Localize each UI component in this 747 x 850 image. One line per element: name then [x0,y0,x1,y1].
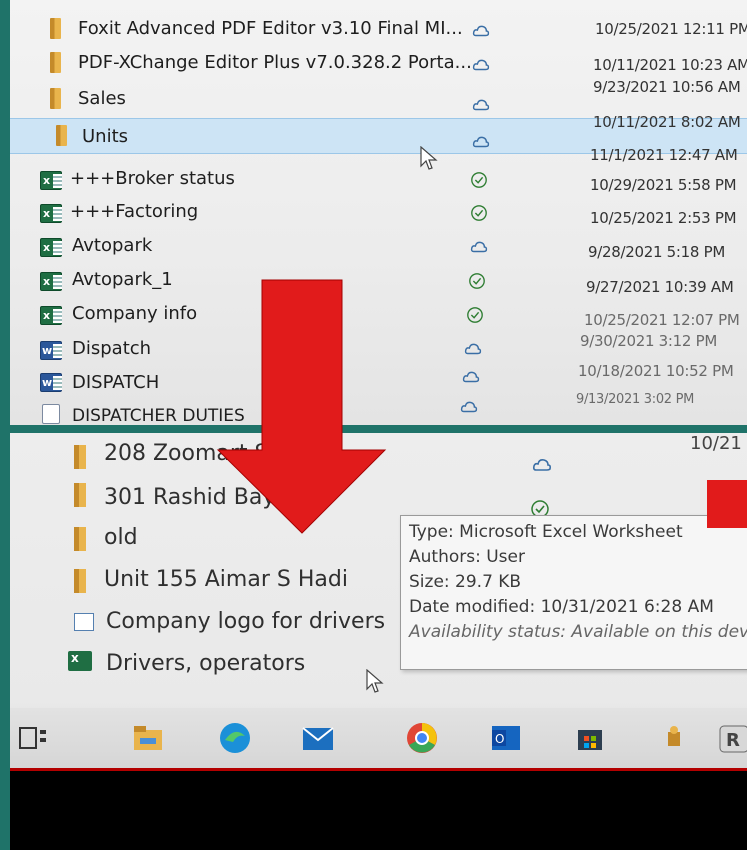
date-modified: 10/21 [690,433,742,454]
file-name[interactable]: Drivers, operators [106,651,305,676]
list-item[interactable]: x Avtopark_1 9/27/2021 10:39 AM [10,266,747,300]
excel-icon: x [40,272,62,291]
date-modified: 9/23/2021 10:56 AM [593,78,741,96]
file-name: Avtopark [72,235,153,256]
file-name: +++Broker status [70,168,235,189]
synced-check-icon [469,273,485,289]
file-name[interactable]: 301 Rashid Bayra [104,485,298,510]
folder-icon [50,52,61,73]
red-marker [707,480,747,528]
excel-icon: x [68,651,92,671]
file-name[interactable]: 208 Zoomart Sa [104,441,282,466]
excel-icon: x [40,306,62,325]
date-modified: 10/25/2021 12:11 PM [595,20,747,38]
word-icon: w [40,373,62,392]
mail-icon[interactable] [298,718,338,758]
file-name[interactable]: Unit 155 Aimar S Hadi [104,567,348,592]
outlook-icon[interactable]: O [486,718,526,758]
image-file-icon [74,613,94,631]
date-modified: 10/29/2021 5:58 PM [590,176,737,194]
file-name: DISPATCHER DUTIES [72,406,245,425]
file-name: Dispatch [72,338,152,359]
cloud-icon [464,343,482,355]
folder-icon [74,569,86,593]
date-modified: 10/11/2021 10:23 AM [593,56,747,74]
synced-check-icon [467,307,483,323]
cloud-icon [472,25,490,37]
cloud-icon [472,99,490,111]
file-name[interactable]: old [104,525,138,550]
excel-icon: x [40,204,62,223]
chrome-icon[interactable] [402,718,442,758]
folder-icon [74,483,86,507]
list-item[interactable]: DISPATCHER DUTIES 9/13/2021 3:02 PM [10,392,747,425]
date-modified: 10/11/2021 8:02 AM [593,113,741,131]
cloud-icon [462,371,480,383]
date-modified: 9/28/2021 5:18 PM [588,243,726,261]
mouse-cursor-icon [420,146,438,170]
cloud-icon [532,459,552,471]
list-item[interactable]: Sales 9/23/2021 10:56 AM [10,78,747,116]
date-modified: 9/27/2021 10:39 AM [586,278,734,296]
tooltip-size: Size: 29.7 KB [409,572,522,592]
file-name: Foxit Advanced PDF Editor v3.10 Final MI… [78,18,463,39]
date-modified: 9/13/2021 3:02 PM [576,392,695,407]
synced-check-icon [471,205,487,221]
date-modified: 9/30/2021 3:12 PM [580,332,718,350]
file-details-tooltip: Type: Microsoft Excel Worksheet Authors:… [400,515,747,670]
file-name[interactable]: Company logo for drivers [106,609,385,634]
date-modified: 10/25/2021 2:53 PM [590,209,737,227]
app-icon[interactable] [654,718,694,758]
tooltip-authors: Authors: User [409,547,525,567]
list-item[interactable]: Foxit Advanced PDF Editor v3.10 Final MI… [10,12,747,46]
taskbar-red-line [10,768,747,771]
file-name: Sales [78,88,126,109]
taskbar: O R [10,708,747,771]
date-modified: 10/18/2021 10:52 PM [578,362,734,380]
folder-icon [50,88,61,109]
svg-text:R: R [726,730,740,751]
word-icon: w [40,341,62,360]
edge-icon[interactable] [215,718,255,758]
list-item[interactable]: x +++Factoring 10/25/2021 2:53 PM [10,198,747,232]
file-name: Company info [72,303,198,324]
file-explorer-icon[interactable] [128,718,168,758]
file-name: Avtopark_1 [72,269,173,290]
synced-check-icon [471,172,487,188]
file-icon [42,404,60,424]
cloud-icon [470,241,488,253]
folder-icon [74,445,86,469]
tooltip-type: Type: Microsoft Excel Worksheet [409,522,683,542]
list-item[interactable]: x Company info 10/25/2021 12:07 PM [10,300,747,334]
store-icon[interactable] [570,718,610,758]
file-list-bottom: 208 Zoomart Sa 10/21 301 Rashid Bayra ol… [10,433,747,850]
svg-text:O: O [495,732,504,746]
list-item[interactable]: x Avtopark 9/28/2021 5:18 PM [10,232,747,266]
folder-icon [50,18,61,39]
r-app-icon[interactable]: R [714,718,747,758]
excel-icon: x [40,238,62,257]
cloud-icon [472,59,490,71]
file-name: +++Factoring [70,201,199,222]
folder-icon [74,527,86,551]
task-view-icon[interactable] [16,718,56,758]
date-modified: 11/1/2021 12:47 AM [590,146,738,164]
excel-icon: x [40,171,62,190]
list-item[interactable]: PDF-XChange Editor Plus v7.0.328.2 Porta… [10,46,747,80]
date-modified: 10/25/2021 12:07 PM [584,311,740,329]
tooltip-date-modified: Date modified: 10/31/2021 6:28 AM [409,597,714,617]
cloud-icon [460,401,478,413]
file-name: PDF-XChange Editor Plus v7.0.328.2 Porta… [78,52,472,73]
file-list-top: Foxit Advanced PDF Editor v3.10 Final MI… [10,0,747,425]
tooltip-availability: Availability status: Available on this d… [409,622,747,642]
mouse-cursor-icon [366,669,384,693]
list-item[interactable]: x +++Broker status 10/29/2021 5:58 PM [10,163,747,197]
file-name: DISPATCH [72,372,160,393]
